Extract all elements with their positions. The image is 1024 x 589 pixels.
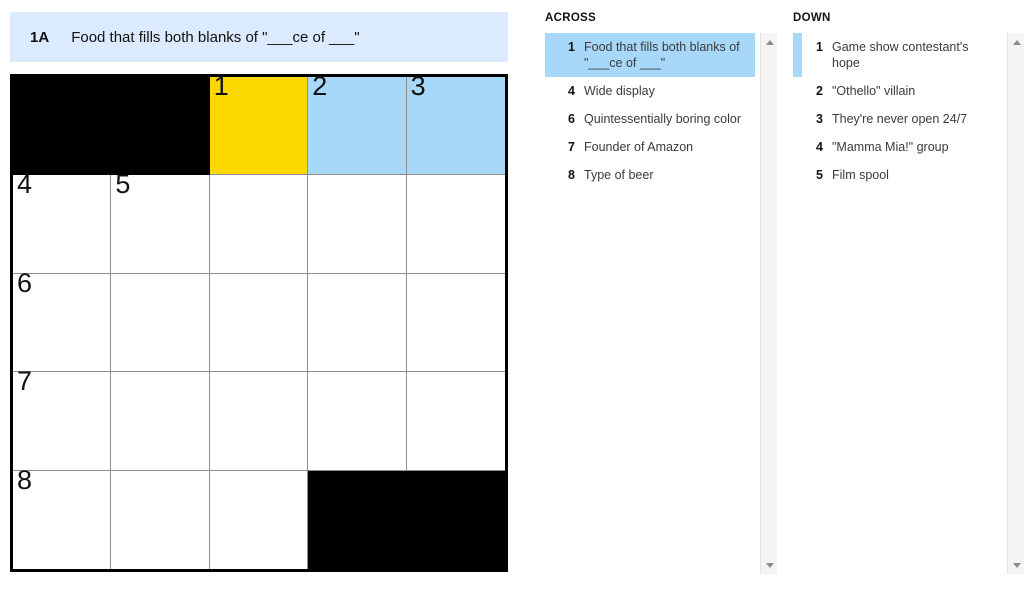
- cell-number: 2: [312, 71, 328, 101]
- across-scrollbar[interactable]: [760, 33, 777, 574]
- puzzle-column: 1A Food that fills both blanks of "___ce…: [0, 0, 516, 589]
- chevron-up-icon[interactable]: [761, 34, 778, 50]
- active-clue-banner[interactable]: 1A Food that fills both blanks of "___ce…: [10, 12, 508, 62]
- grid-cell[interactable]: 6: [13, 269, 112, 373]
- cell-number: 8: [17, 464, 33, 495]
- grid-cell[interactable]: 3: [406, 73, 505, 176]
- down-scrollbar[interactable]: [1007, 33, 1024, 574]
- cell-number: 6: [17, 267, 33, 298]
- across-scrollbar-thumb[interactable]: [763, 51, 776, 131]
- clue-item[interactable]: 5 Film spool: [793, 161, 1002, 189]
- grid-cell[interactable]: [308, 273, 407, 373]
- down-panel: DOWN 1 Game show contestant's hope 2 "Othel…: [793, 12, 1024, 577]
- clue-number: 1: [816, 40, 823, 54]
- grid-cell[interactable]: [111, 470, 210, 569]
- across-heading: ACROSS: [545, 12, 597, 24]
- grid-cell[interactable]: 4: [13, 171, 112, 274]
- grid-cell[interactable]: 1: [209, 73, 309, 176]
- clue-item[interactable]: 4 "Mamma Mia!" group: [793, 133, 1002, 161]
- across-clue-list[interactable]: 1 Food that fills both blanks of "___ce o…: [545, 33, 755, 574]
- grid-block-cell: [406, 470, 505, 569]
- clue-text: Wide display: [584, 84, 655, 98]
- clue-item[interactable]: 3 They're never open 24/7: [793, 105, 1002, 133]
- crossword-grid[interactable]: 1 2 3 4 5 6 7 8: [10, 73, 508, 572]
- grid-cell[interactable]: [209, 372, 309, 471]
- cell-number: 5: [115, 169, 131, 200]
- clue-number: 4: [816, 140, 823, 154]
- clue-number: 7: [568, 140, 575, 154]
- clue-number: 2: [816, 84, 823, 98]
- grid-cell[interactable]: [308, 372, 407, 471]
- clue-number: 5: [816, 168, 823, 182]
- down-list-box: 1 Game show contestant's hope 2 "Othello" v…: [793, 33, 1024, 574]
- grid-cell[interactable]: [209, 175, 309, 274]
- clue-text: Quintessentially boring color: [584, 112, 742, 126]
- grid-cell[interactable]: 5: [111, 171, 210, 274]
- grid-cell[interactable]: 7: [13, 368, 112, 471]
- active-clue-text: Food that fills both blanks of "___ce of…: [71, 28, 360, 46]
- clue-item[interactable]: 1 Game show contestant's hope: [793, 33, 1002, 77]
- down-clue-list[interactable]: 1 Game show contestant's hope 2 "Othello" v…: [793, 33, 1002, 574]
- clue-text: They're never open 24/7: [832, 112, 968, 126]
- clue-text: Food that fills both blanks of "___ce of…: [584, 40, 740, 70]
- clue-item[interactable]: 1 Food that fills both blanks of "___ce o…: [545, 33, 755, 77]
- clue-text: "Othello" villain: [832, 84, 916, 98]
- grid-cells: 1 2 3 4 5 6 7 8: [13, 73, 505, 569]
- clue-text: "Mamma Mia!" group: [832, 140, 949, 154]
- crossword-app: 1A Food that fills both blanks of "___ce…: [0, 0, 1024, 589]
- clue-item[interactable]: 2 "Othello" villain: [793, 77, 1002, 105]
- grid-cell[interactable]: [406, 372, 505, 471]
- clue-number: 4: [568, 84, 575, 98]
- active-clue-number: 1A: [30, 28, 50, 46]
- cell-number: 7: [17, 366, 33, 397]
- grid-block-cell: [13, 77, 112, 176]
- grid-cell[interactable]: [406, 175, 505, 274]
- clue-number: 8: [568, 168, 575, 182]
- down-heading: DOWN: [793, 12, 831, 24]
- cell-number: 4: [17, 169, 33, 200]
- chevron-up-icon[interactable]: [1008, 34, 1024, 50]
- grid-block-cell: [308, 470, 407, 569]
- clue-item[interactable]: 4 Wide display: [545, 77, 755, 105]
- cell-number: 1: [213, 71, 229, 101]
- across-panel: ACROSS 1 Food that fills both blanks of "…: [545, 12, 777, 577]
- grid-cell[interactable]: [209, 470, 309, 569]
- grid-block-cell: [111, 77, 210, 176]
- cell-number: 3: [410, 71, 426, 101]
- clue-item[interactable]: 8 Type of beer: [545, 161, 755, 189]
- clue-number: 3: [816, 112, 823, 126]
- clue-item[interactable]: 7 Founder of Amazon: [545, 133, 755, 161]
- grid-cell[interactable]: [406, 273, 505, 373]
- clue-text: Founder of Amazon: [584, 140, 694, 154]
- down-scrollbar-thumb[interactable]: [1010, 51, 1023, 131]
- grid-cell[interactable]: [111, 372, 210, 471]
- clue-text: Film spool: [832, 168, 889, 182]
- clue-item[interactable]: 6 Quintessentially boring color: [545, 105, 755, 133]
- chevron-down-icon[interactable]: [761, 557, 778, 573]
- grid-cell[interactable]: [209, 273, 309, 373]
- clue-text: Game show contestant's hope: [832, 40, 969, 70]
- clue-text: Type of beer: [584, 168, 654, 182]
- clue-number: 6: [568, 112, 575, 126]
- clue-number: 1: [568, 40, 575, 54]
- grid-cell[interactable]: [111, 273, 210, 373]
- chevron-down-icon[interactable]: [1008, 557, 1024, 573]
- grid-cell[interactable]: [308, 175, 407, 274]
- grid-cell[interactable]: 2: [308, 73, 407, 176]
- grid-cell[interactable]: 8: [13, 466, 112, 569]
- across-list-box: 1 Food that fills both blanks of "___ce o…: [545, 33, 777, 574]
